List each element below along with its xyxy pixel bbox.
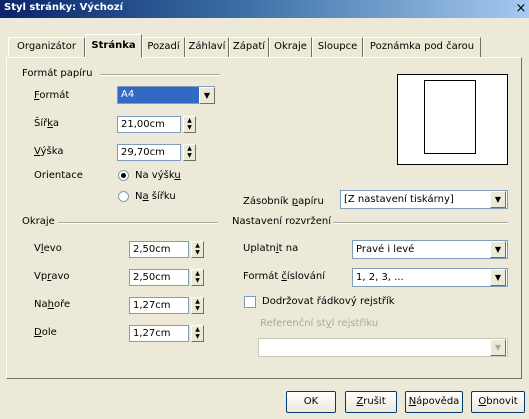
- bottom-margin-field[interactable]: 1,27cm: [129, 325, 189, 342]
- left-margin-field[interactable]: 2,50cm: [129, 241, 189, 258]
- window-title: Styl stránky: Výchozí: [4, 2, 124, 13]
- paper-tray-dropdown-icon[interactable]: ▼: [490, 191, 506, 208]
- tab-footer[interactable]: Zápatí: [229, 37, 269, 57]
- format-dropdown-icon[interactable]: ▼: [199, 87, 215, 104]
- close-icon[interactable]: ×: [513, 1, 529, 17]
- spin-down-icon[interactable]: ▼: [195, 305, 200, 312]
- portrait-radio[interactable]: [118, 170, 129, 181]
- apply-to-label: Uplatnit na: [243, 243, 299, 254]
- paper-format-title: Formát papíru: [20, 68, 95, 79]
- tab-footnote[interactable]: Poznámka pod čarou: [363, 37, 481, 57]
- spin-down-icon[interactable]: ▼: [195, 277, 200, 284]
- apply-to-select[interactable]: Pravé i levé: [352, 240, 508, 259]
- spin-up-icon[interactable]: ▲: [195, 242, 200, 249]
- format-label: Formát: [34, 90, 70, 101]
- margins-title: Okraje: [20, 216, 57, 227]
- numbering-select[interactable]: 1, 2, 3, ...: [352, 268, 508, 287]
- page-preview: [397, 74, 508, 165]
- numbering-dropdown-icon[interactable]: ▼: [490, 269, 506, 286]
- spin-up-icon[interactable]: ▲: [195, 270, 200, 277]
- spin-up-icon[interactable]: ▲: [195, 298, 200, 305]
- spin-down-icon[interactable]: ▼: [195, 333, 200, 340]
- ok-button[interactable]: OK: [286, 391, 336, 413]
- top-margin-spin[interactable]: ▲ ▼: [191, 297, 204, 314]
- format-value: A4: [121, 89, 135, 100]
- spin-up-icon[interactable]: ▲: [195, 326, 200, 333]
- cancel-button[interactable]: Zrušit: [345, 391, 397, 413]
- reset-button[interactable]: Obnovit: [471, 391, 525, 413]
- landscape-label: Na šířku: [135, 191, 176, 202]
- height-field[interactable]: 29,70cm: [117, 144, 181, 161]
- ref-style-select[interactable]: [258, 338, 508, 357]
- layout-divider: [330, 222, 508, 224]
- paper-tray-select[interactable]: [Z nastavení tiskárny]: [340, 190, 508, 209]
- paper-tray-label: Zásobník papíru: [243, 196, 324, 207]
- numbering-label: Formát číslování: [243, 271, 325, 282]
- spin-down-icon[interactable]: ▼: [195, 249, 200, 256]
- tab-header[interactable]: Záhlaví: [185, 37, 229, 57]
- right-margin-spin[interactable]: ▲ ▼: [191, 269, 204, 286]
- top-margin-field[interactable]: 1,27cm: [129, 297, 189, 314]
- spin-up-icon[interactable]: ▲: [187, 117, 192, 124]
- height-label: Výška: [34, 146, 64, 157]
- ref-style-dropdown-icon[interactable]: ▼: [490, 339, 506, 356]
- margins-divider: [58, 222, 218, 224]
- register-checkbox[interactable]: [244, 296, 256, 308]
- bottom-margin-label: Dole: [34, 327, 57, 338]
- help-button[interactable]: Nápověda: [405, 391, 463, 413]
- width-label: Šířka: [34, 118, 60, 129]
- spin-down-icon[interactable]: ▼: [187, 124, 192, 131]
- layout-title: Nastavení rozvržení: [230, 216, 334, 227]
- spin-down-icon[interactable]: ▼: [187, 152, 192, 159]
- orientation-label: Orientace: [34, 170, 83, 181]
- tab-columns[interactable]: Sloupce: [312, 37, 363, 57]
- paper-format-divider: [100, 74, 220, 76]
- tab-background[interactable]: Pozadí: [142, 37, 185, 57]
- tab-page[interactable]: Stránka: [85, 34, 142, 58]
- right-margin-field[interactable]: 2,50cm: [129, 269, 189, 286]
- portrait-label: Na výšku: [135, 170, 181, 181]
- spin-up-icon[interactable]: ▲: [187, 145, 192, 152]
- landscape-radio[interactable]: [118, 191, 129, 202]
- width-field[interactable]: 21,00cm: [117, 116, 181, 133]
- tab-borders[interactable]: Okraje: [269, 37, 312, 57]
- left-margin-spin[interactable]: ▲ ▼: [191, 241, 204, 258]
- apply-to-dropdown-icon[interactable]: ▼: [490, 241, 506, 258]
- tab-organizer[interactable]: Organizátor: [8, 37, 85, 57]
- bottom-margin-spin[interactable]: ▲ ▼: [191, 325, 204, 342]
- left-margin-label: Vlevo: [34, 243, 62, 254]
- width-spin[interactable]: ▲ ▼: [183, 116, 196, 133]
- register-label: Dodržovat řádkový rejstřík: [262, 296, 395, 307]
- right-margin-label: Vpravo: [34, 271, 70, 282]
- ref-style-label: Referenční styl rejstříku: [260, 318, 379, 329]
- top-margin-label: Nahoře: [34, 299, 71, 310]
- height-spin[interactable]: ▲ ▼: [183, 144, 196, 161]
- preview-page-sheet: [424, 80, 476, 154]
- title-bar: Styl stránky: Výchozí ×: [0, 0, 529, 18]
